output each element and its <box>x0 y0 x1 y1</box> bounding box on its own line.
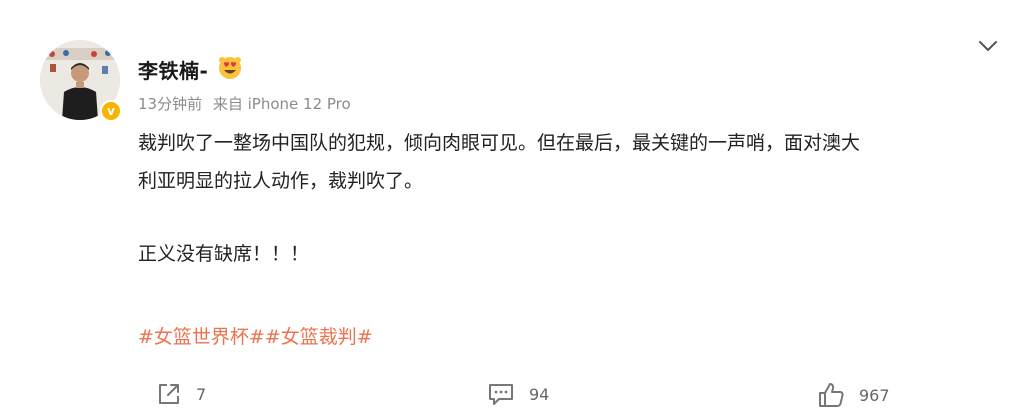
post-content: 裁判吹了一整场中国队的犯规，倾向肉眼可见。但在最后，最关键的一声哨，面对澳大 利… <box>138 124 998 200</box>
comment-icon <box>489 384 513 405</box>
username[interactable]: 李铁楠- <box>138 55 208 84</box>
post-meta: 13分钟前 来自 iPhone 12 Pro <box>138 93 351 114</box>
weibo-post: v 李铁楠- 13分钟前 来自 iPhone 12 Pro 裁判吹了一整场中国队… <box>0 0 1024 420</box>
post-source: 来自 iPhone 12 Pro <box>212 95 351 113</box>
chevron-down-icon[interactable] <box>974 36 1002 56</box>
hashtags: #女篮世界杯##女篮裁判# <box>138 322 373 349</box>
like-button[interactable]: 967 <box>817 381 890 409</box>
post-text-line: 利亚明显的拉人动作，裁判吹了。 <box>138 170 424 192</box>
post-time[interactable]: 13分钟前 <box>138 95 202 113</box>
verified-badge-icon: v <box>100 100 122 122</box>
comment-button[interactable]: 94 <box>487 381 549 407</box>
like-count: 967 <box>859 385 890 405</box>
hashtag-link[interactable]: #女篮世界杯# <box>138 326 265 348</box>
share-button[interactable]: 7 <box>156 381 206 407</box>
like-icon <box>819 383 844 407</box>
share-count: 7 <box>196 384 207 404</box>
heart-eyes-emoji-icon <box>219 57 241 79</box>
share-icon <box>159 384 179 404</box>
post-text-emphasis: 正义没有缺席！！！ <box>138 243 310 265</box>
hashtag-link[interactable]: #女篮裁判# <box>265 326 373 348</box>
post-text-line: 裁判吹了一整场中国队的犯规，倾向肉眼可见。但在最后，最关键的一声哨，面对澳大 <box>138 132 861 154</box>
comment-count: 94 <box>529 384 550 404</box>
